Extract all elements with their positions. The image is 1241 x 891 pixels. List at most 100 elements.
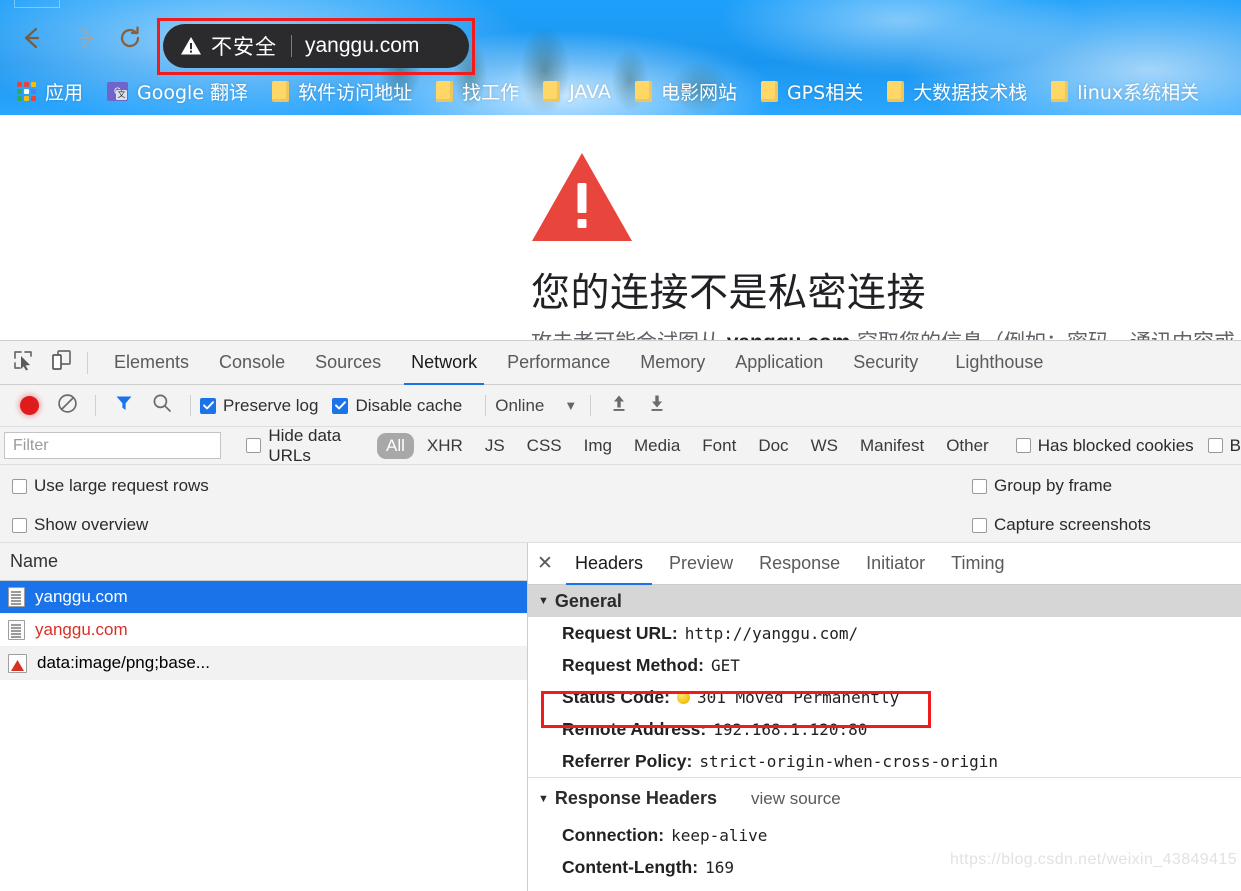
bookmark-folder-movies[interactable]: 电影网站 [632,75,740,109]
show-overview-checkbox[interactable]: Show overview [12,515,148,535]
tab-label: Sources [315,352,382,372]
chip-js[interactable]: JS [476,433,514,459]
checkbox-unchecked-icon [1015,438,1031,453]
field-value: keep-alive [671,825,768,845]
disable-cache-label: Disable cache [355,395,463,415]
field-key: Referrer Policy: [562,750,693,771]
chevron-down-icon[interactable]: ▼ [564,398,577,413]
reload-button[interactable] [112,20,148,56]
table-row[interactable]: data:image/png;base... [0,647,527,680]
field-value: GET [710,655,740,675]
chip-manifest[interactable]: Manifest [851,433,933,459]
response-headers-section-header[interactable]: ▼ Response Headers view source [528,777,1241,819]
tab-security[interactable]: Security [838,341,933,385]
chip-xhr[interactable]: XHR [418,433,472,459]
chip-doc[interactable]: Doc [749,433,797,459]
group-by-frame-checkbox[interactable]: Group by frame [972,476,1112,496]
chip-font[interactable]: Font [693,433,745,459]
table-row[interactable]: yanggu.com [0,581,527,614]
tab-lighthouse[interactable]: Lighthouse [933,341,1058,385]
chip-all[interactable]: All [377,432,414,459]
bookmark-label: 电影网站 [660,82,737,104]
bookmark-folder-software[interactable]: 软件访问地址 [269,75,415,109]
tab-application[interactable]: Application [720,341,838,385]
column-header-name[interactable]: Name [10,551,58,572]
bookmark-folder-linux[interactable]: linux系统相关 [1048,75,1202,109]
export-har-button[interactable] [638,393,676,418]
detail-tab-response[interactable]: Response [746,543,853,585]
detail-tab-preview[interactable]: Preview [656,543,746,585]
blocked-requests-checkbox[interactable]: B [1207,436,1241,456]
device-toolbar-button[interactable] [46,348,76,378]
tab-performance[interactable]: Performance [492,341,625,385]
chip-media[interactable]: Media [625,433,689,459]
inspect-element-icon [12,349,34,376]
import-har-button[interactable] [600,393,638,418]
checkbox-unchecked-icon [972,478,987,494]
has-blocked-cookies-checkbox[interactable]: Has blocked cookies [1015,435,1194,456]
tab-network[interactable]: Network [396,341,492,385]
request-name: data:image/png;base... [37,653,210,672]
request-name: yanggu.com [35,620,128,639]
close-details-button[interactable]: ✕ [528,552,562,575]
table-row[interactable]: yanggu.com [0,614,527,647]
tab-elements[interactable]: Elements [99,341,204,385]
folder-icon [760,81,778,102]
subtext-before: 攻击者可能会试图从 [531,330,727,340]
forward-button[interactable] [68,20,104,56]
devtools-panel: Elements Console Sources Network Perform… [0,340,1241,891]
hide-data-urls-checkbox[interactable]: Hide data URLs [246,427,369,464]
chip-other[interactable]: Other [937,433,998,459]
capture-screenshots-checkbox[interactable]: Capture screenshots [972,515,1151,535]
chip-css[interactable]: CSS [518,433,571,459]
view-source-link[interactable]: view source [751,789,841,809]
inspect-element-button[interactable] [8,348,38,378]
tab-strip-sliver [0,0,1241,8]
tab-sources[interactable]: Sources [300,341,396,385]
general-status-code: Status Code: 301 Moved Permanently [528,681,1241,713]
tab-memory[interactable]: Memory [625,341,720,385]
image-triangle-icon [8,653,27,673]
filter-input[interactable]: Filter [4,432,222,459]
preserve-log-checkbox[interactable]: Preserve log [200,396,318,416]
tab-label: Headers [575,553,644,573]
chip-img[interactable]: Img [575,433,621,459]
filter-button[interactable] [105,393,143,418]
bookmark-apps[interactable]: 应用 [14,75,86,109]
bookmark-label: 软件访问地址 [298,82,413,104]
general-section-header[interactable]: ▼ General [528,585,1241,617]
bookmark-folder-java[interactable]: JAVA [540,75,614,109]
detail-tab-initiator[interactable]: Initiator [853,543,938,585]
clear-button[interactable] [48,393,86,419]
detail-tab-headers[interactable]: Headers [562,543,656,585]
bookmark-folder-bigdata[interactable]: 大数据技术栈 [884,75,1030,109]
filter-funnel-icon [114,393,134,418]
tab-console[interactable]: Console [204,341,300,385]
tab-label: Timing [951,553,1005,573]
throttling-select-value[interactable]: Online [495,396,544,416]
page-subtext: 攻击者可能会试图从 yanggu.com 窃取您的信息（例如：密码、通讯内容或 [531,326,1235,340]
bookmark-folder-jobs[interactable]: 找工作 [433,75,522,109]
field-value: 192.168.1.120:80 [713,719,868,739]
chip-ws[interactable]: WS [802,433,847,459]
watermark: https://blog.csdn.net/weixin_43849415 [950,851,1237,868]
response-headers-title: Response Headers [554,788,717,808]
checkbox-unchecked-icon [12,478,27,494]
apps-grid-icon [17,82,36,101]
capture-screenshots-label: Capture screenshots [994,515,1151,534]
address-bar[interactable]: 不安全 yanggu.com [163,24,469,68]
disable-cache-checkbox[interactable]: Disable cache [332,396,462,416]
field-value: http://yanggu.com/ [684,623,859,643]
use-large-request-rows-checkbox[interactable]: Use large request rows [12,476,209,496]
general-remote-address: Remote Address: 192.168.1.120:80 [528,713,1241,745]
show-overview-label: Show overview [34,515,149,534]
record-button[interactable] [10,396,48,415]
has-blocked-cookies-label: Has blocked cookies [1037,435,1194,455]
tab-label: Performance [507,352,611,372]
back-button[interactable] [14,20,50,56]
search-button[interactable] [143,393,181,418]
bookmark-folder-gps[interactable]: GPS相关 [758,75,866,109]
field-value: 169 [705,857,734,877]
bookmark-google-translate[interactable]: G文 Google 翻译 [104,75,251,109]
detail-tab-timing[interactable]: Timing [938,543,1017,585]
